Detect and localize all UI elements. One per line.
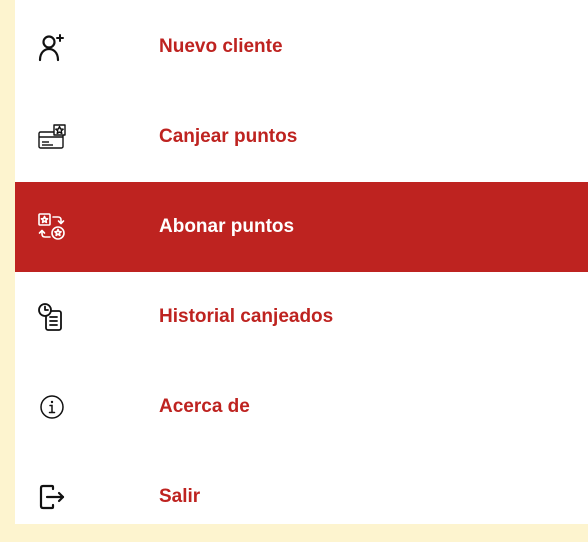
menu-item-label: Nuevo cliente (159, 36, 283, 57)
menu-item-historial-canjeados[interactable]: Historial canjeados (15, 272, 588, 362)
menu-item-label: Historial canjeados (159, 306, 334, 327)
menu-item-canjear-puntos[interactable]: Canjear puntos (15, 92, 588, 182)
info-icon (37, 392, 67, 422)
menu-item-abonar-puntos[interactable]: Abonar puntos (15, 182, 588, 272)
navigation-drawer: Nuevo cliente Canjear puntos Abonar punt… (15, 0, 588, 524)
menu-item-acerca-de[interactable]: Acerca de (15, 362, 588, 452)
menu-item-nuevo-cliente[interactable]: Nuevo cliente (15, 2, 588, 92)
add-user-icon (37, 32, 67, 62)
menu-item-salir[interactable]: Salir (15, 452, 588, 542)
menu-item-label: Abonar puntos (159, 216, 295, 237)
menu-item-label: Canjear puntos (159, 126, 298, 147)
logout-icon (37, 482, 67, 512)
menu-item-label: Acerca de (159, 396, 250, 417)
menu-item-label: Salir (159, 486, 201, 507)
redeem-card-icon (37, 122, 67, 152)
history-list-icon (37, 302, 67, 332)
exchange-points-icon (37, 212, 67, 242)
